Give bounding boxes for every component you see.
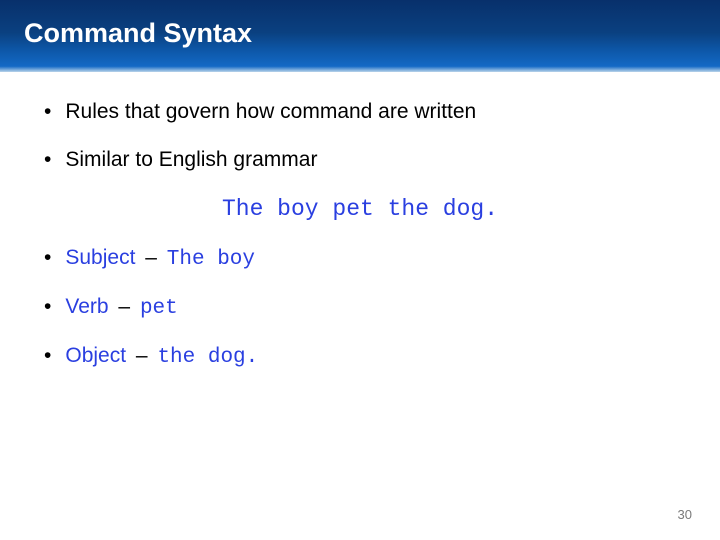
bullet-icon: •: [44, 101, 51, 122]
bullet-item: • Subject – The boy: [44, 246, 676, 271]
slide-header: Command Syntax: [0, 0, 720, 72]
item-mono: the dog.: [157, 346, 258, 369]
item-dash: –: [145, 246, 157, 269]
item-mono: The boy: [167, 248, 255, 271]
item-dash: –: [136, 344, 148, 367]
item-mono: pet: [140, 297, 178, 320]
item-label: Subject: [65, 246, 135, 269]
bullet-item: • Object – the dog.: [44, 344, 676, 369]
bullet-item: • Similar to English grammar: [44, 148, 676, 172]
slide-content: • Rules that govern how command are writ…: [0, 72, 720, 369]
slide-title: Command Syntax: [24, 18, 720, 49]
bullet-text: Similar to English grammar: [65, 148, 317, 172]
item-label: Verb: [65, 295, 108, 318]
bullet-text: Rules that govern how command are writte…: [65, 100, 476, 124]
example-sentence: The boy pet the dog.: [44, 196, 676, 222]
item-label: Object: [65, 344, 126, 367]
bullet-icon: •: [44, 247, 51, 268]
bullet-icon: •: [44, 296, 51, 317]
bullet-item: • Verb – pet: [44, 295, 676, 320]
bullet-icon: •: [44, 345, 51, 366]
page-number: 30: [678, 507, 692, 522]
item-dash: –: [118, 295, 130, 318]
bullet-item: • Rules that govern how command are writ…: [44, 100, 676, 124]
bullet-icon: •: [44, 149, 51, 170]
